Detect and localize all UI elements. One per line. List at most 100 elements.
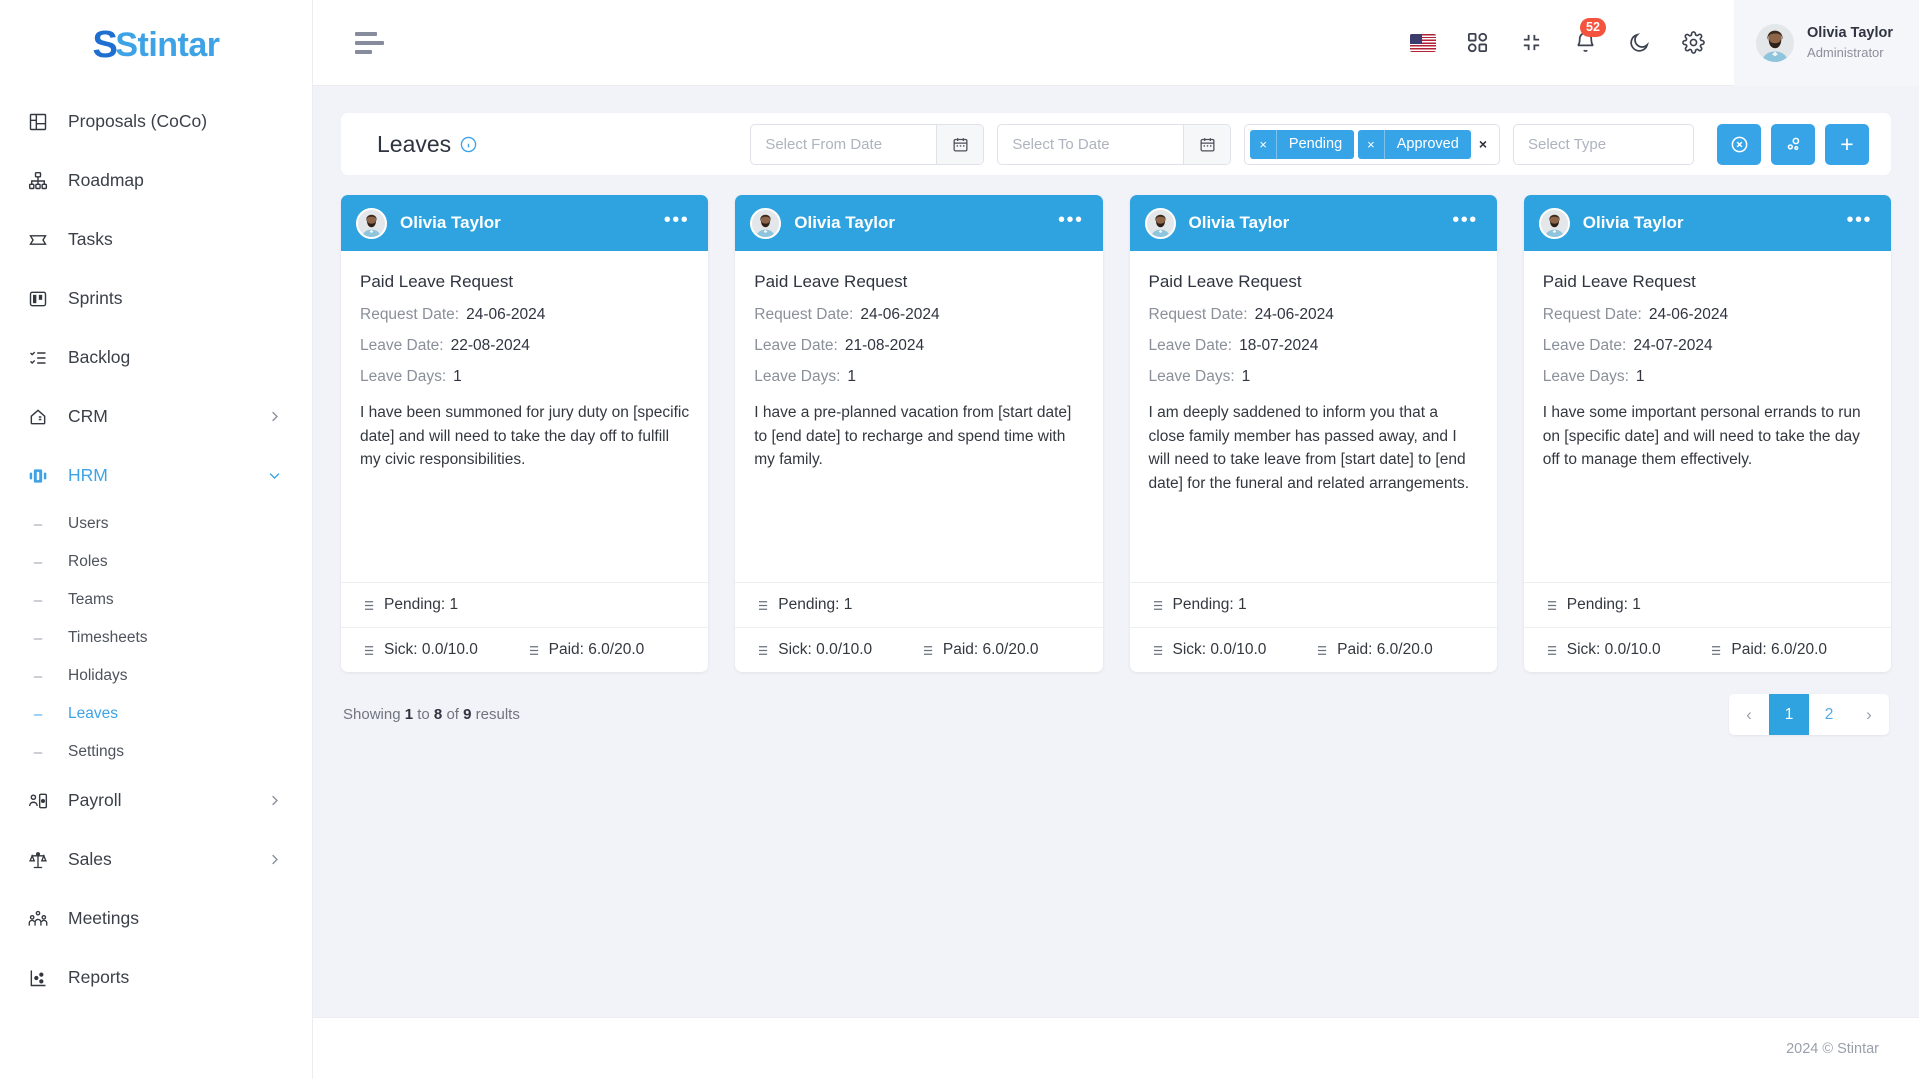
sidebar-subitem-timesheets[interactable]: – Timesheets <box>0 619 312 657</box>
showing-to: 8 <box>433 706 443 723</box>
sidebar-subitem-holidays[interactable]: – Holidays <box>0 657 312 695</box>
leave-type: Paid Leave Request <box>1148 272 1302 291</box>
leave-days-row: Leave Days: 1 <box>1149 368 1478 386</box>
sidebar-subitem-leaves[interactable]: – Leaves <box>0 695 312 733</box>
sidebar-item-label: Sales <box>68 849 112 869</box>
pending-stat: Pending: 1 <box>1149 596 1478 614</box>
leave-card-menu-icon[interactable]: ••• <box>1846 210 1872 231</box>
topbar: 52 Olivia Taylor Administrator <box>313 0 1919 86</box>
leave-days-row: Leave Days: 1 <box>1543 368 1872 386</box>
dark-mode-moon-icon[interactable] <box>1626 30 1652 56</box>
type-select-input[interactable] <box>1513 123 1694 165</box>
leave-days-label: Leave Days: <box>754 368 841 385</box>
leave-card-header: Olivia Taylor ••• <box>735 195 1103 251</box>
sidebar-subitem-settings[interactable]: – Settings <box>0 733 312 771</box>
sidebar-subitem-label: Roles <box>68 553 108 570</box>
leave-card[interactable]: Olivia Taylor ••• Paid Leave Request Req… <box>1129 195 1497 672</box>
leave-card-menu-icon[interactable]: ••• <box>664 210 690 231</box>
leave-days-value: 1 <box>1635 368 1645 385</box>
remove-tag-icon[interactable]: × <box>1250 129 1277 159</box>
sidebar-item-sprints[interactable]: Sprints <box>0 269 312 328</box>
filter-settings-button[interactable] <box>1771 123 1815 165</box>
avatar <box>1144 207 1176 239</box>
sidebar-item-roadmap[interactable]: Roadmap <box>0 151 312 210</box>
pending-stat: Pending: 1 <box>360 596 689 614</box>
sidebar-subitem-roles[interactable]: – Roles <box>0 543 312 581</box>
reset-filters-button[interactable] <box>1717 123 1761 165</box>
apps-grid-icon[interactable] <box>1464 30 1490 56</box>
sidebar-item-tasks[interactable]: Tasks <box>0 210 312 269</box>
sidebar-subitem-label: Leaves <box>68 705 118 722</box>
paid-balance-value: Paid: 6.0/20.0 <box>942 641 1039 658</box>
meetings-icon <box>26 907 50 931</box>
leave-type: Paid Leave Request <box>754 272 908 291</box>
crm-icon <box>26 405 50 429</box>
remove-tag-icon[interactable]: × <box>1358 129 1385 159</box>
list-icon <box>1313 643 1328 658</box>
leave-card-balance-row: Sick: 0.0/10.0 Paid: 6.0/20.0 <box>735 627 1103 672</box>
page-title: Leaves <box>377 131 477 158</box>
leave-days-label: Leave Days: <box>360 368 447 385</box>
pending-value: Pending: 1 <box>778 596 853 613</box>
leave-card-menu-icon[interactable]: ••• <box>1452 210 1478 231</box>
leave-days-value: 1 <box>1241 368 1251 385</box>
leave-card-username: Olivia Taylor <box>400 213 501 232</box>
from-date-calendar-icon[interactable] <box>936 124 984 164</box>
notifications-bell-icon[interactable]: 52 <box>1572 17 1606 56</box>
leave-card[interactable]: Olivia Taylor ••• Paid Leave Request Req… <box>341 195 709 672</box>
list-icon <box>919 643 934 658</box>
dash-bullet-icon: – <box>33 705 43 723</box>
to-date-group <box>997 123 1232 165</box>
sidebar-item-meetings[interactable]: Meetings <box>0 889 312 948</box>
hamburger-icon[interactable] <box>355 31 385 54</box>
fullscreen-exit-icon[interactable] <box>1518 30 1544 56</box>
sidebar-item-label: Proposals (CoCo) <box>68 111 208 131</box>
brand-logo[interactable]: S Stintar <box>0 0 312 90</box>
to-date-calendar-icon[interactable] <box>1183 124 1231 164</box>
status-tag-approved[interactable]: × Approved <box>1358 129 1471 159</box>
dash-bullet-icon: – <box>33 629 43 647</box>
sidebar-item-proposals[interactable]: Proposals (CoCo) <box>0 92 312 151</box>
pagination-prev-button[interactable]: ‹ <box>1729 694 1769 735</box>
status-filter-tags: × Pending × Approved × <box>1244 123 1500 165</box>
sidebar-item-label: Payroll <box>68 790 122 810</box>
sidebar-item-reports[interactable]: Reports <box>0 948 312 1007</box>
sick-balance-value: Sick: 0.0/10.0 <box>384 641 478 658</box>
pagination-page-2[interactable]: 2 <box>1809 694 1849 735</box>
user-name: Olivia Taylor <box>1807 24 1893 41</box>
sidebar-item-hrm[interactable]: HRM <box>0 446 312 505</box>
paid-balance-value: Paid: 6.0/20.0 <box>1731 641 1828 658</box>
info-circle-icon[interactable] <box>460 136 477 153</box>
from-date-input[interactable] <box>751 124 937 164</box>
leave-reason: I have some important personal errands t… <box>1542 404 1861 469</box>
sidebar-item-payroll[interactable]: Payroll <box>0 771 312 830</box>
leave-card-username: Olivia Taylor <box>1188 213 1290 232</box>
settings-gear-icon[interactable] <box>1680 30 1706 56</box>
leave-card-header: Olivia Taylor ••• <box>341 195 709 251</box>
logo-text: Stintar <box>115 25 220 64</box>
sidebar-nav: Proposals (CoCo) Roadmap Tasks Sprints B… <box>0 90 312 1079</box>
sidebar-subitem-teams[interactable]: – Teams <box>0 581 312 619</box>
user-profile-menu[interactable]: Olivia Taylor Administrator <box>1734 0 1919 86</box>
sidebar-subitem-users[interactable]: – Users <box>0 505 312 543</box>
status-tag-pending[interactable]: × Pending <box>1250 129 1355 159</box>
leave-date-label: Leave Date: <box>1542 337 1627 354</box>
sidebar-item-backlog[interactable]: Backlog <box>0 328 312 387</box>
language-flag-us-icon[interactable] <box>1410 30 1437 56</box>
leave-card[interactable]: Olivia Taylor ••• Paid Leave Request Req… <box>735 195 1103 672</box>
to-date-input[interactable] <box>998 124 1184 164</box>
sidebar-item-crm[interactable]: CRM <box>0 387 312 446</box>
pagination-page-1[interactable]: 1 <box>1769 694 1809 735</box>
showing-total: 9 <box>463 706 472 723</box>
sidebar-subitem-label: Timesheets <box>68 629 148 646</box>
request-date-label: Request Date: <box>1542 306 1642 323</box>
sidebar-item-label: CRM <box>68 406 108 426</box>
sick-balance-value: Sick: 0.0/10.0 <box>1172 641 1267 658</box>
leave-card[interactable]: Olivia Taylor ••• Paid Leave Request Req… <box>1523 195 1891 672</box>
clear-all-tags-icon[interactable]: × <box>1475 136 1491 152</box>
leave-card-menu-icon[interactable]: ••• <box>1058 210 1084 231</box>
pagination-next-button[interactable]: › <box>1849 694 1889 735</box>
add-leave-button[interactable]: + <box>1825 123 1869 165</box>
leave-card-username: Olivia Taylor <box>1582 213 1684 232</box>
sidebar-item-sales[interactable]: Sales <box>0 830 312 889</box>
